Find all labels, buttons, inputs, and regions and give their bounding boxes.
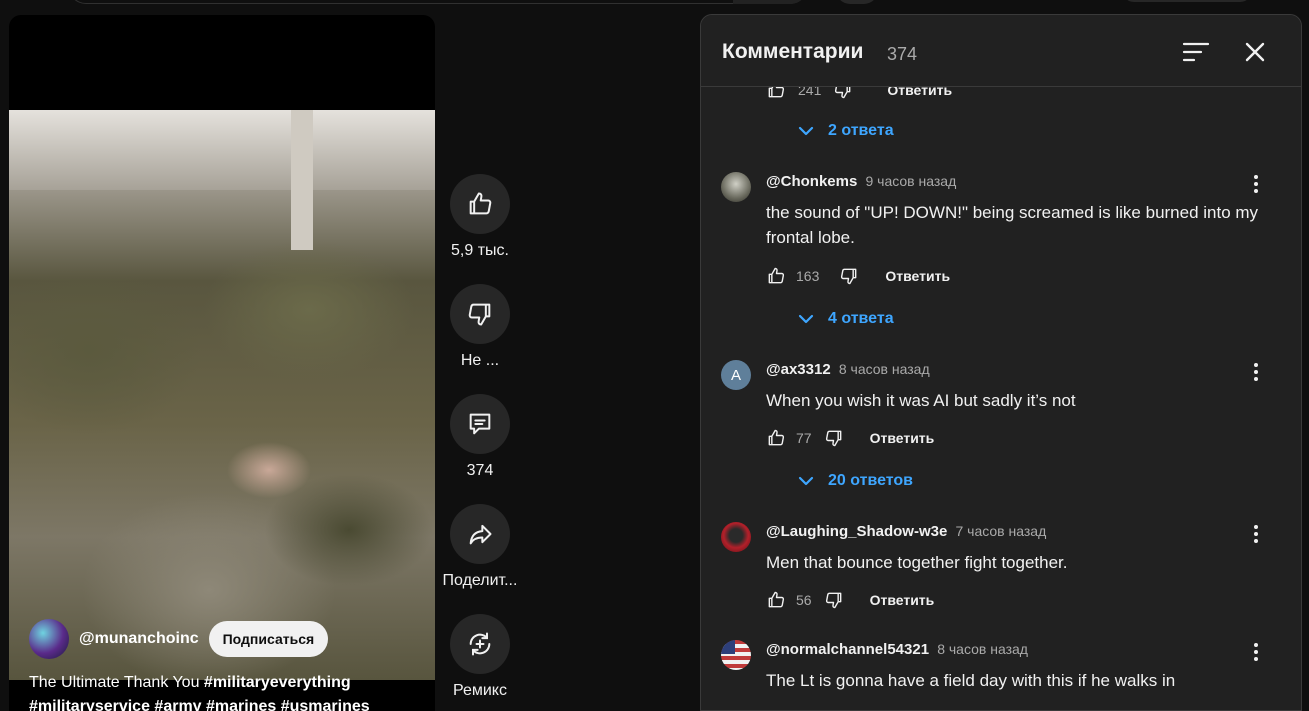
replies-toggle[interactable]: 2 ответа [796,121,894,141]
reply-button[interactable]: Ответить [870,592,935,608]
comment-author[interactable]: @ax3312 [766,361,831,378]
comment-time[interactable]: 8 часов назад [937,641,1028,657]
video-title-text: The Ultimate Thank You [29,674,204,691]
thumbs-up-icon[interactable] [766,590,786,610]
dislike-button[interactable] [450,284,510,344]
dislike-action: Не ... [435,284,525,370]
avatar[interactable] [721,172,751,202]
thumbs-down-icon[interactable] [824,590,844,610]
channel-avatar[interactable] [29,619,69,659]
video-title: The Ultimate Thank You #militaryeverythi… [29,671,429,711]
reply-button[interactable]: Ответить [870,430,935,446]
like-action: 5,9 тыс. [435,174,525,260]
reply-button[interactable]: Ответить [885,268,950,284]
share-button[interactable] [450,504,510,564]
like-count: 163 [796,268,820,284]
thumbs-up-icon[interactable] [766,266,786,286]
like-count: 77 [796,430,812,446]
comment-icon [469,413,491,435]
comment-text: Men that bounce together fight together. [766,553,1068,572]
thumbs-up-icon [469,192,492,215]
comment-header: @ax3312 8 часов назад [766,361,930,378]
channel-name[interactable]: @munanchoinc [79,630,199,648]
video-frame [9,110,435,680]
share-label: Поделит... [442,572,518,589]
voice-search-button[interactable] [836,0,878,4]
subscribe-button[interactable]: Подписаться [208,621,329,657]
like-count: 5,9 тыс. [451,242,509,259]
comments-header: Комментарии 374 [701,15,1301,87]
more-options-icon[interactable] [1246,172,1266,196]
replies-toggle[interactable]: 4 ответа [796,309,894,329]
comment-header: @Chonkems 9 часов назад [766,173,956,190]
share-action: Поделит... [435,504,525,590]
comment-text: When you wish it was AI but sadly it’s n… [766,391,1076,410]
comment-author[interactable]: @normalchannel54321 [766,641,929,658]
avatar[interactable] [721,522,751,552]
avatar[interactable]: A [721,360,751,390]
search-button[interactable] [733,0,808,4]
video-ceiling [9,110,435,190]
replies-toggle[interactable]: 20 ответов [796,471,913,491]
comments-title: Комментарии [722,40,864,63]
account-button[interactable] [1122,0,1252,2]
hashtag-link[interactable]: #militaryeverything [204,674,351,691]
video-player[interactable]: @munanchoinc Подписаться The Ultimate Th… [9,15,435,711]
channel-row: @munanchoinc Подписаться [29,619,329,659]
comment-time[interactable]: 9 часов назад [865,173,956,189]
remix-action: Ремикс [435,614,525,700]
comment-header: @normalchannel54321 8 часов назад [766,641,1028,658]
sort-icon[interactable] [1182,41,1210,63]
more-options-icon[interactable] [1246,640,1266,664]
chevron-down-icon [798,314,814,324]
like-button[interactable] [450,174,510,234]
comment-header: @Laughing_Shadow-w3e 7 часов назад [766,523,1046,540]
hashtag-links[interactable]: #militaryservice #army #marines #usmarin… [29,698,370,711]
comments-panel: Комментарии 374 241 Ответить 2 ответа @C… [700,14,1302,711]
close-icon[interactable] [1244,41,1266,63]
thumbs-down-icon[interactable] [839,266,859,286]
comment-text: The Lt is gonna have a field day with th… [766,671,1176,690]
remix-label: Ремикс [453,682,507,699]
chevron-down-icon [798,476,814,486]
comments-action: 374 [435,394,525,480]
video-pillar [291,110,313,250]
comment-actions: 56 Ответить [766,590,934,610]
comments-count: 374 [466,462,494,479]
comments-total: 374 [887,44,918,64]
thumbs-up-icon[interactable] [766,428,786,448]
comment-text: the sound of "UP! DOWN!" being screamed … [766,203,1259,247]
comment-actions: 77 Ответить [766,428,934,448]
thumbs-down-icon [468,303,491,326]
comments-button[interactable] [450,394,510,454]
more-options-icon[interactable] [1246,522,1266,546]
comment-actions: 163 Ответить [766,266,950,286]
replies-label: 20 ответов [828,472,913,489]
comment-time[interactable]: 8 часов назад [839,361,930,377]
comment-author[interactable]: @Chonkems [766,173,857,190]
share-icon [469,524,492,545]
comment-author[interactable]: @Laughing_Shadow-w3e [766,523,947,540]
remix-button[interactable] [450,614,510,674]
avatar[interactable] [721,640,751,670]
replies-label: 2 ответа [828,122,894,139]
search-bar[interactable] [68,0,808,4]
like-count: 56 [796,592,812,608]
chevron-down-icon [798,126,814,136]
thumbs-down-icon[interactable] [824,428,844,448]
more-options-icon[interactable] [1246,360,1266,384]
replies-label: 4 ответа [828,310,894,327]
remix-icon [469,632,491,656]
comment-time[interactable]: 7 часов назад [955,523,1046,539]
dislike-label: Не ... [460,352,500,369]
